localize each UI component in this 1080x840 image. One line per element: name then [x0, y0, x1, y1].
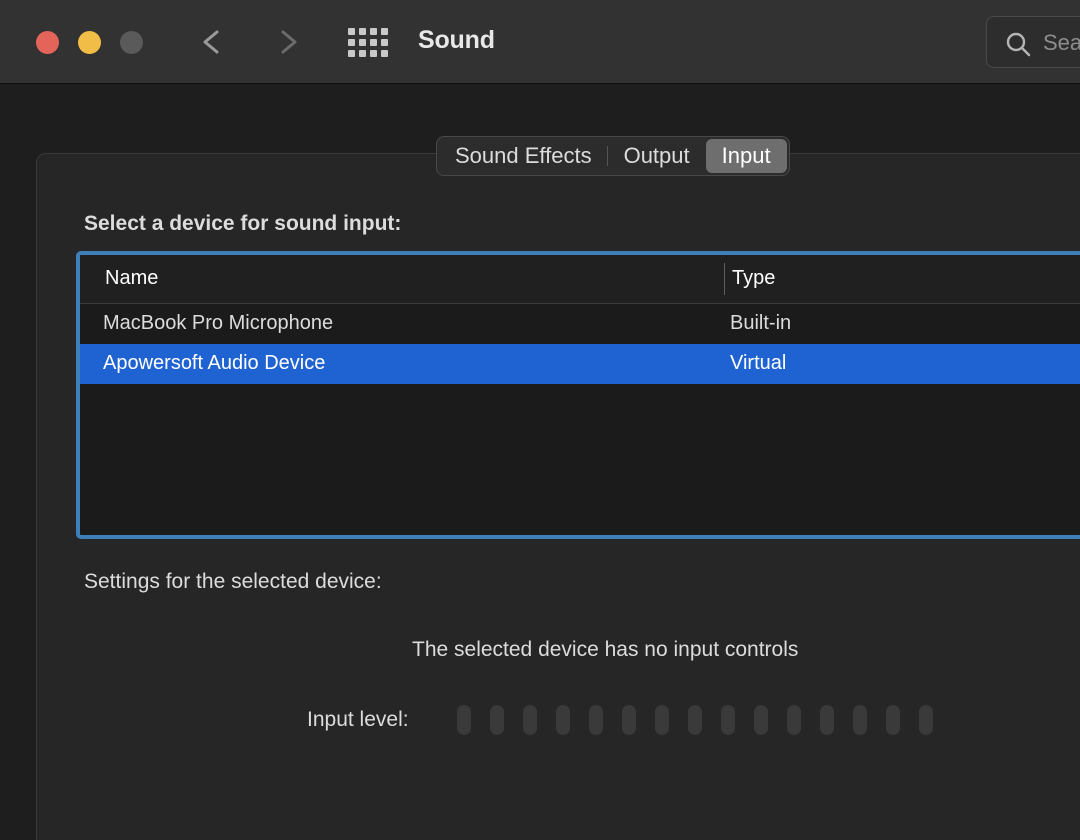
grid-dot: [381, 39, 388, 46]
tab-input[interactable]: Input: [705, 139, 787, 173]
zoom-window-button[interactable]: [120, 31, 143, 54]
select-device-label: Select a device for sound input:: [84, 212, 402, 235]
column-header-name[interactable]: Name: [105, 267, 158, 290]
sound-tab-bar: Sound Effects Output Input: [436, 136, 790, 176]
input-level-segment: [820, 705, 834, 735]
column-header-type[interactable]: Type: [732, 267, 775, 290]
window-titlebar: Sound Search: [0, 0, 1080, 84]
back-button[interactable]: [192, 22, 232, 62]
grid-dot: [381, 28, 388, 35]
device-type-cell: Built-in: [730, 312, 792, 334]
search-field[interactable]: Search: [986, 16, 1080, 68]
input-level-label: Input level:: [307, 708, 409, 731]
tab-sound-effects[interactable]: Sound Effects: [439, 139, 608, 173]
input-device-table[interactable]: Name Type MacBook Pro Microphone Built-i…: [76, 251, 1080, 539]
device-name-cell: Apowersoft Audio Device: [103, 352, 326, 374]
table-row[interactable]: Apowersoft Audio Device Virtual: [80, 344, 1080, 384]
search-input[interactable]: Search: [1043, 30, 1080, 56]
grid-dot: [381, 50, 388, 57]
input-level-segment: [490, 705, 504, 735]
show-all-grid-icon[interactable]: [348, 28, 388, 57]
grid-dot: [370, 50, 377, 57]
input-level-meter: [457, 705, 933, 735]
input-level-segment: [787, 705, 801, 735]
input-level-segment: [457, 705, 471, 735]
device-name-cell: MacBook Pro Microphone: [103, 312, 334, 334]
input-level-segment: [721, 705, 735, 735]
input-level-segment: [886, 705, 900, 735]
grid-dot: [348, 28, 355, 35]
no-input-controls-message: The selected device has no input control…: [412, 638, 799, 661]
table-header-row: Name Type: [80, 255, 1080, 304]
device-type-cell: Virtual: [730, 352, 787, 374]
settings-for-device-label: Settings for the selected device:: [84, 570, 382, 593]
input-level-segment: [754, 705, 768, 735]
forward-button[interactable]: [268, 22, 308, 62]
minimize-window-button[interactable]: [78, 31, 101, 54]
input-level-segment: [622, 705, 636, 735]
grid-dot: [359, 28, 366, 35]
table-row[interactable]: MacBook Pro Microphone Built-in: [80, 304, 1080, 344]
grid-dot: [370, 39, 377, 46]
sound-preferences-window: Sound Search Sound Effects Output Input …: [0, 0, 1080, 840]
page-title: Sound: [418, 26, 495, 54]
tab-output[interactable]: Output: [608, 139, 706, 173]
grid-dot: [348, 39, 355, 46]
grid-dot: [359, 50, 366, 57]
grid-dot: [348, 50, 355, 57]
input-level-segment: [655, 705, 669, 735]
input-level-segment: [523, 705, 537, 735]
close-window-button[interactable]: [36, 31, 59, 54]
grid-dot: [359, 39, 366, 46]
input-level-segment: [556, 705, 570, 735]
grid-dot: [370, 28, 377, 35]
window-controls: [36, 31, 143, 54]
column-divider[interactable]: [724, 263, 725, 295]
input-level-segment: [688, 705, 702, 735]
input-level-segment: [589, 705, 603, 735]
search-icon: [1004, 30, 1032, 63]
input-level-segment: [853, 705, 867, 735]
input-level-segment: [919, 705, 933, 735]
